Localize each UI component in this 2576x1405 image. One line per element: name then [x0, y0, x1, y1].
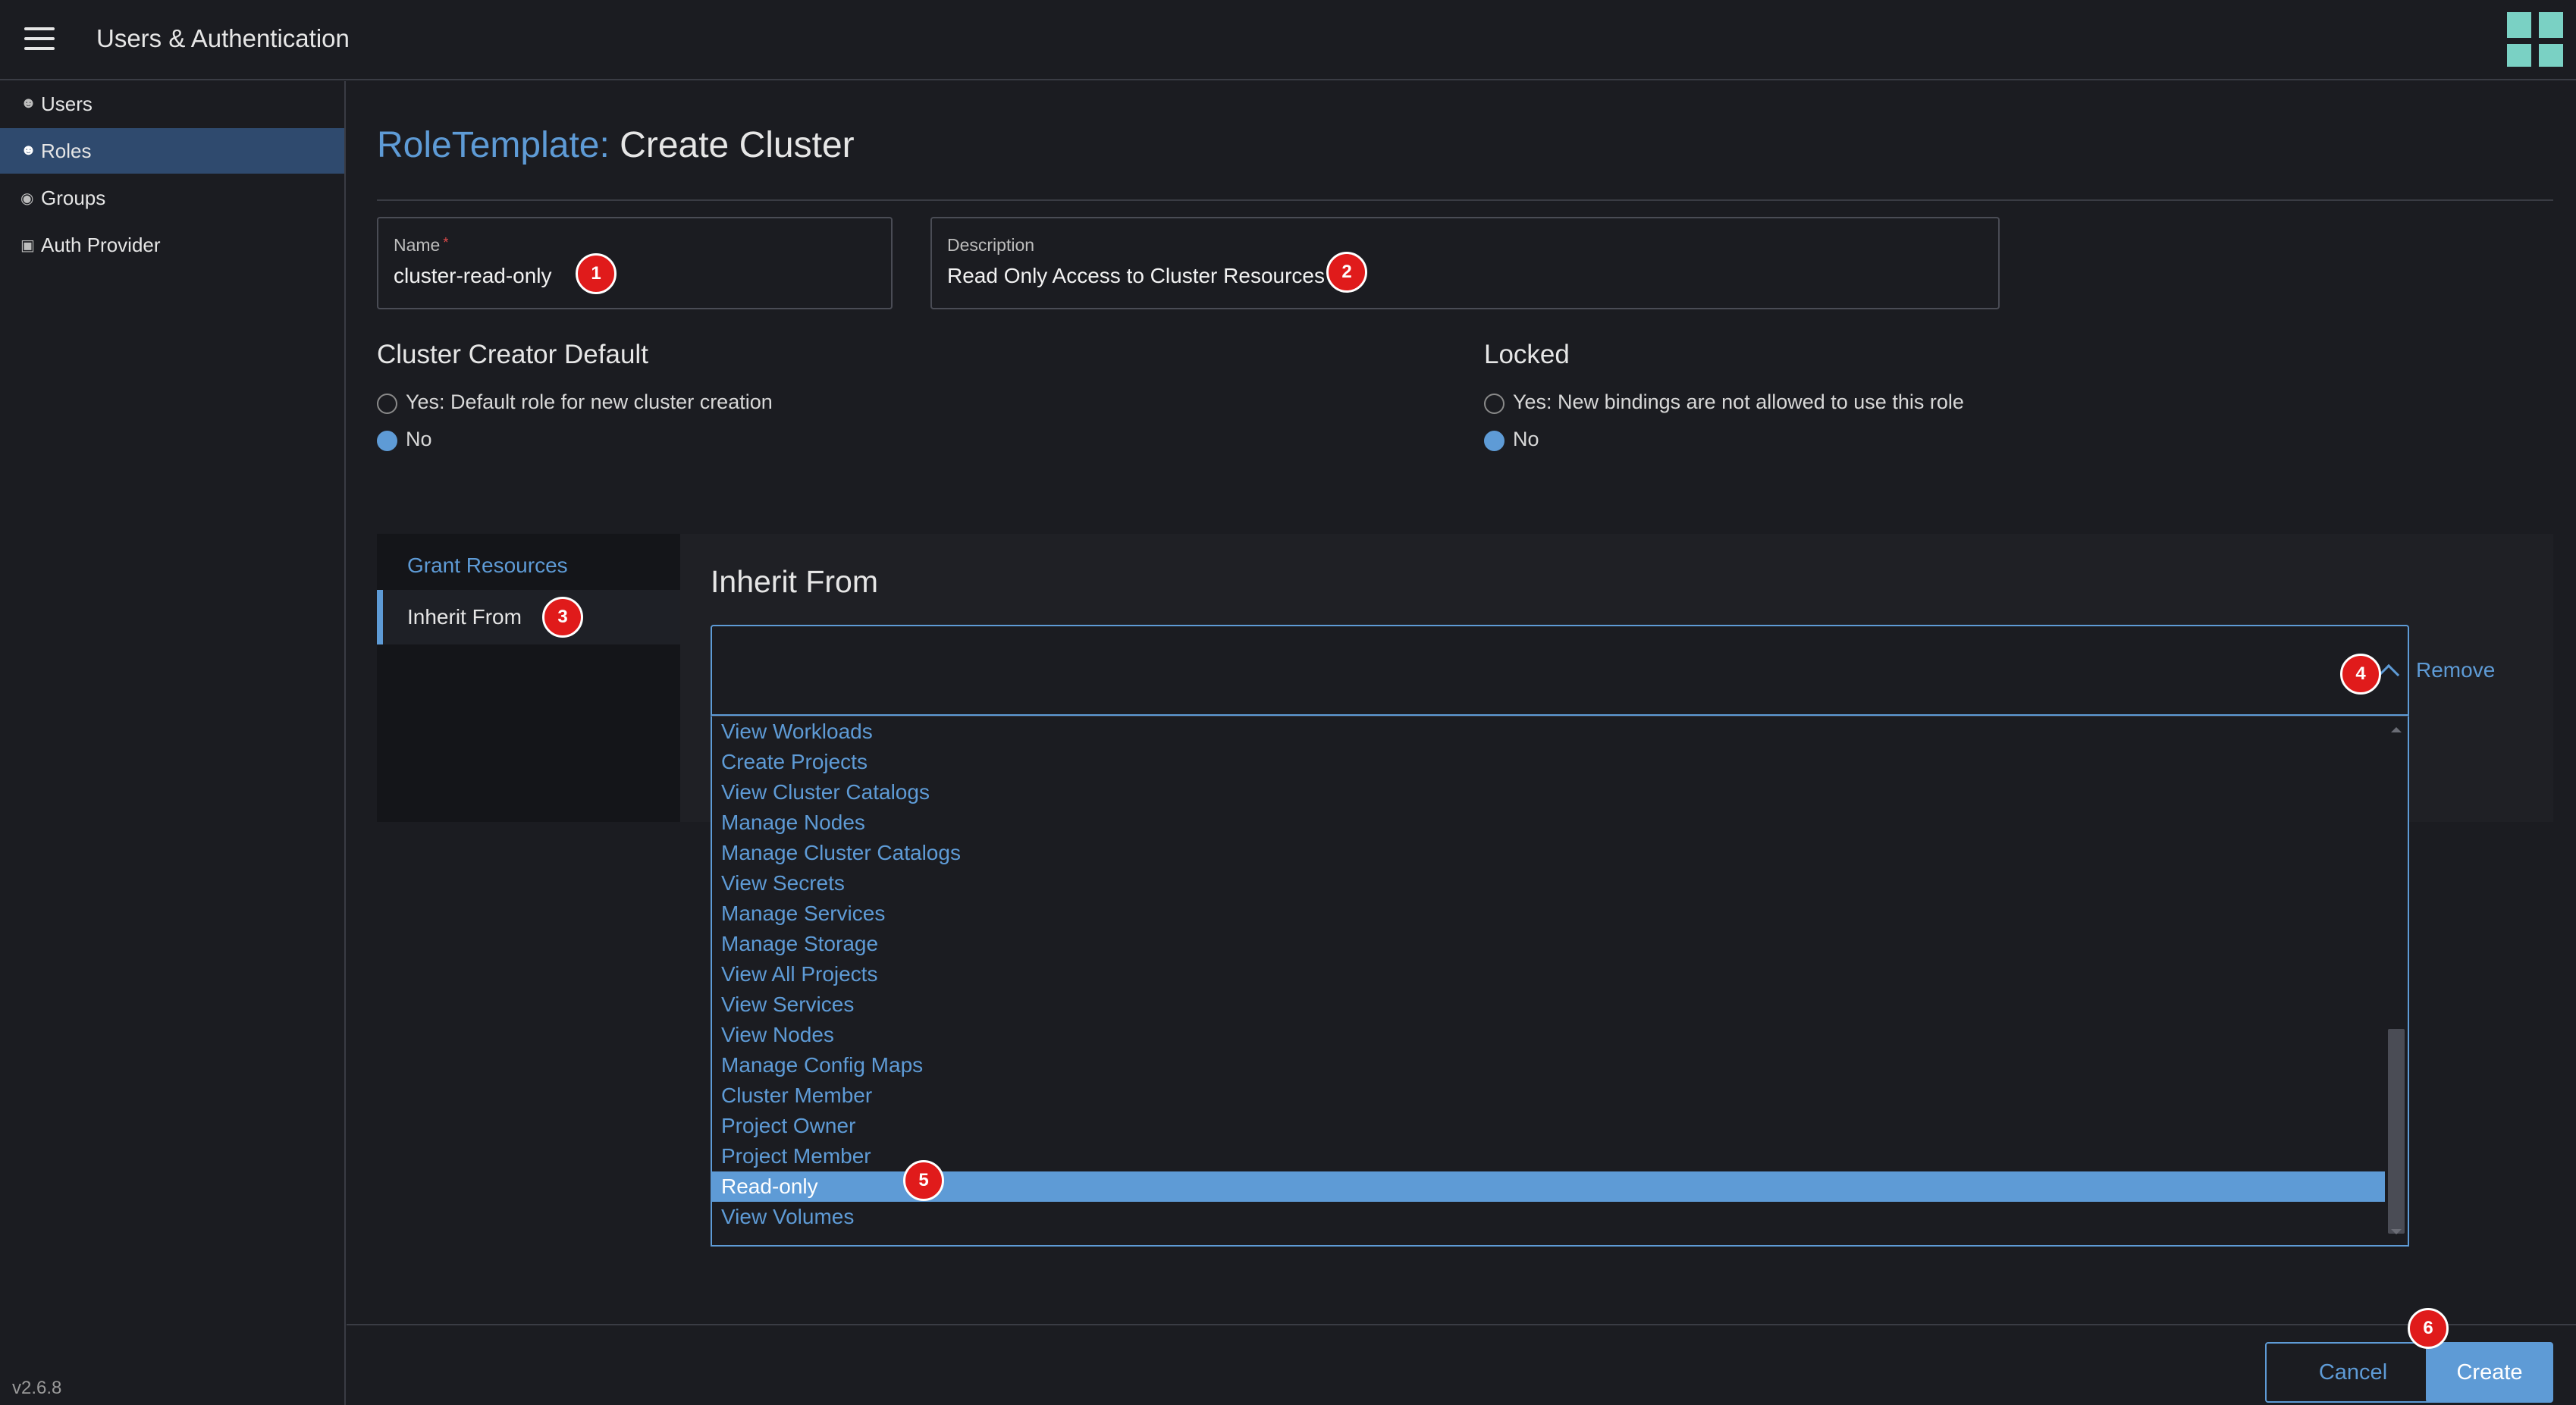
- dropdown-option[interactable]: Cluster Member: [712, 1080, 2385, 1111]
- sidebar-item-groups[interactable]: ◉ Groups: [0, 175, 344, 221]
- globe-icon: ◉: [20, 190, 34, 207]
- sidebar-item-roles[interactable]: ☻ Roles: [0, 128, 344, 174]
- version-label: v2.6.8: [12, 1378, 62, 1398]
- radio-label: No: [406, 428, 432, 450]
- inherit-from-heading: Inherit From: [711, 564, 878, 599]
- sidebar-item-label: Groups: [41, 187, 106, 209]
- locked-heading: Locked: [1484, 340, 1570, 369]
- brand-logo-icon[interactable]: [2507, 12, 2563, 67]
- sidebar-item-label: Users: [41, 93, 93, 115]
- dropdown-option[interactable]: Manage Cluster Catalogs: [712, 838, 2385, 868]
- create-button[interactable]: Create: [2426, 1342, 2553, 1403]
- dropdown-option[interactable]: Manage Config Maps: [712, 1050, 2385, 1080]
- sidebar-item-auth-provider[interactable]: ▣ Auth Provider: [0, 222, 344, 268]
- scroll-down-icon[interactable]: [2391, 1229, 2402, 1234]
- radio-label: No: [1513, 428, 1539, 450]
- tab-label: Inherit From: [407, 605, 522, 629]
- cancel-button[interactable]: Cancel: [2265, 1342, 2441, 1403]
- dropdown-option[interactable]: View Secrets: [712, 868, 2385, 899]
- app-header: Users & Authentication: [0, 0, 2576, 80]
- dropdown-option[interactable]: View All Projects: [712, 959, 2385, 989]
- radio-label: Yes: New bindings are not allowed to use…: [1513, 390, 1964, 413]
- tab-grant-resources[interactable]: Grant Resources: [377, 538, 680, 593]
- description-field[interactable]: Description Read Only Access to Cluster …: [930, 217, 2000, 309]
- header-title: Users & Authentication: [96, 24, 350, 52]
- name-field[interactable]: Name * cluster-read-only: [377, 217, 893, 309]
- radio-circle-selected[interactable]: [1484, 431, 1504, 451]
- dropdown-option[interactable]: View Services: [712, 989, 2385, 1020]
- required-marker: *: [443, 235, 449, 250]
- dropdown-option[interactable]: Project Member: [712, 1141, 2385, 1171]
- dropdown-option[interactable]: Create Projects: [712, 747, 2385, 777]
- form-footer: [347, 1324, 2576, 1405]
- dropdown-option[interactable]: Manage Services: [712, 899, 2385, 929]
- radio-circle[interactable]: [377, 394, 397, 414]
- dropdown-option-selected[interactable]: Read-only: [712, 1171, 2385, 1202]
- inherit-from-dropdown[interactable]: View Workloads Create Projects View Clus…: [711, 716, 2409, 1247]
- hamburger-menu-icon[interactable]: [24, 27, 55, 50]
- annotation-badge-6: 6: [2408, 1308, 2449, 1349]
- page-title-text: Create Cluster: [620, 125, 855, 165]
- radio-circle-selected[interactable]: [377, 431, 397, 451]
- user-icon: ☻: [20, 142, 37, 158]
- sidebar-item-label: Roles: [41, 140, 92, 162]
- title-divider: [377, 199, 2553, 201]
- name-field-label: Name *: [394, 235, 449, 255]
- dropdown-option[interactable]: Manage Storage: [712, 929, 2385, 959]
- annotation-badge-1: 1: [576, 253, 617, 294]
- sidebar-item-users[interactable]: ☻ Users: [0, 81, 344, 127]
- dropdown-scrollbar[interactable]: [2385, 717, 2408, 1245]
- dropdown-option[interactable]: View Cluster Catalogs: [712, 777, 2385, 808]
- resource-kind-link[interactable]: RoleTemplate:: [377, 125, 610, 165]
- dropdown-option[interactable]: View Workloads: [712, 717, 2385, 747]
- radio-label: Yes: Default role for new cluster creati…: [406, 390, 773, 413]
- annotation-badge-4: 4: [2340, 654, 2381, 695]
- sidebar: ☻ Users ☻ Roles ◉ Groups ▣ Auth Provider: [0, 81, 346, 1405]
- role-tabs: Grant Resources Inherit From: [377, 534, 680, 822]
- annotation-badge-5: 5: [903, 1160, 944, 1201]
- remove-button[interactable]: Remove: [2416, 658, 2495, 682]
- user-icon: ☻: [20, 95, 37, 111]
- scroll-up-icon[interactable]: [2391, 727, 2402, 732]
- annotation-badge-2: 2: [1326, 252, 1367, 293]
- dropdown-option[interactable]: Manage Nodes: [712, 808, 2385, 838]
- dropdown-option[interactable]: View Volumes: [712, 1202, 2385, 1232]
- page-title: RoleTemplate: Create Cluster: [377, 124, 855, 166]
- dropdown-option[interactable]: Project Owner: [712, 1111, 2385, 1141]
- tab-label: Grant Resources: [407, 554, 568, 577]
- description-input[interactable]: Read Only Access to Cluster Resources: [947, 264, 1325, 288]
- description-field-label: Description: [947, 235, 1035, 255]
- cluster-creator-default-heading: Cluster Creator Default: [377, 340, 648, 369]
- lock-icon: ▣: [20, 237, 35, 254]
- sidebar-item-label: Auth Provider: [41, 234, 161, 256]
- radio-circle[interactable]: [1484, 394, 1504, 414]
- annotation-badge-3: 3: [542, 597, 583, 638]
- inherit-from-select[interactable]: [711, 625, 2409, 716]
- dropdown-option[interactable]: View Nodes: [712, 1020, 2385, 1050]
- tab-inherit-from[interactable]: Inherit From: [377, 590, 680, 644]
- scrollbar-thumb[interactable]: [2388, 1029, 2405, 1234]
- name-input[interactable]: cluster-read-only: [394, 264, 552, 288]
